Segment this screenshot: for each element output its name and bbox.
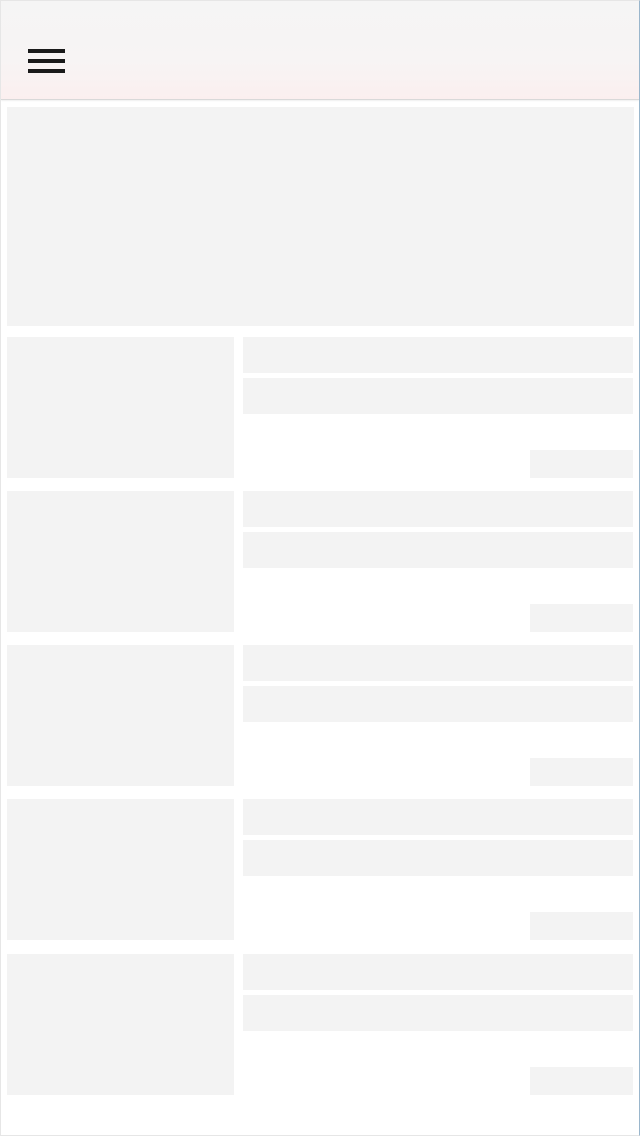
list-item-title-placeholder — [243, 954, 633, 990]
list-item-subtitle-placeholder — [243, 686, 633, 722]
list-item-title-placeholder — [243, 491, 633, 527]
app-window — [0, 0, 640, 1136]
list-item-title-placeholder — [243, 337, 633, 373]
list-item-subtitle-placeholder — [243, 840, 633, 876]
list-item-thumbnail-placeholder — [7, 799, 234, 940]
list-item[interactable] — [1, 954, 639, 1096]
list-item-title-placeholder — [243, 645, 633, 681]
list-item-thumbnail-placeholder — [7, 954, 234, 1095]
list-item[interactable] — [1, 799, 639, 941]
list-item[interactable] — [1, 645, 639, 787]
list-item-thumbnail-placeholder — [7, 645, 234, 786]
list-item-title-placeholder — [243, 799, 633, 835]
list-item-subtitle-placeholder — [243, 995, 633, 1031]
list-item-subtitle-placeholder — [243, 378, 633, 414]
list-item-meta-placeholder — [530, 450, 633, 478]
list-item-meta-placeholder — [530, 1067, 633, 1095]
list-item[interactable] — [1, 337, 639, 479]
list-item-subtitle-placeholder — [243, 532, 633, 568]
list-item[interactable] — [1, 491, 639, 633]
list-item-thumbnail-placeholder — [7, 491, 234, 632]
feed-list — [1, 1, 639, 1135]
list-item-meta-placeholder — [530, 912, 633, 940]
list-item-meta-placeholder — [530, 758, 633, 786]
list-item-meta-placeholder — [530, 604, 633, 632]
list-item-thumbnail-placeholder — [7, 337, 234, 478]
